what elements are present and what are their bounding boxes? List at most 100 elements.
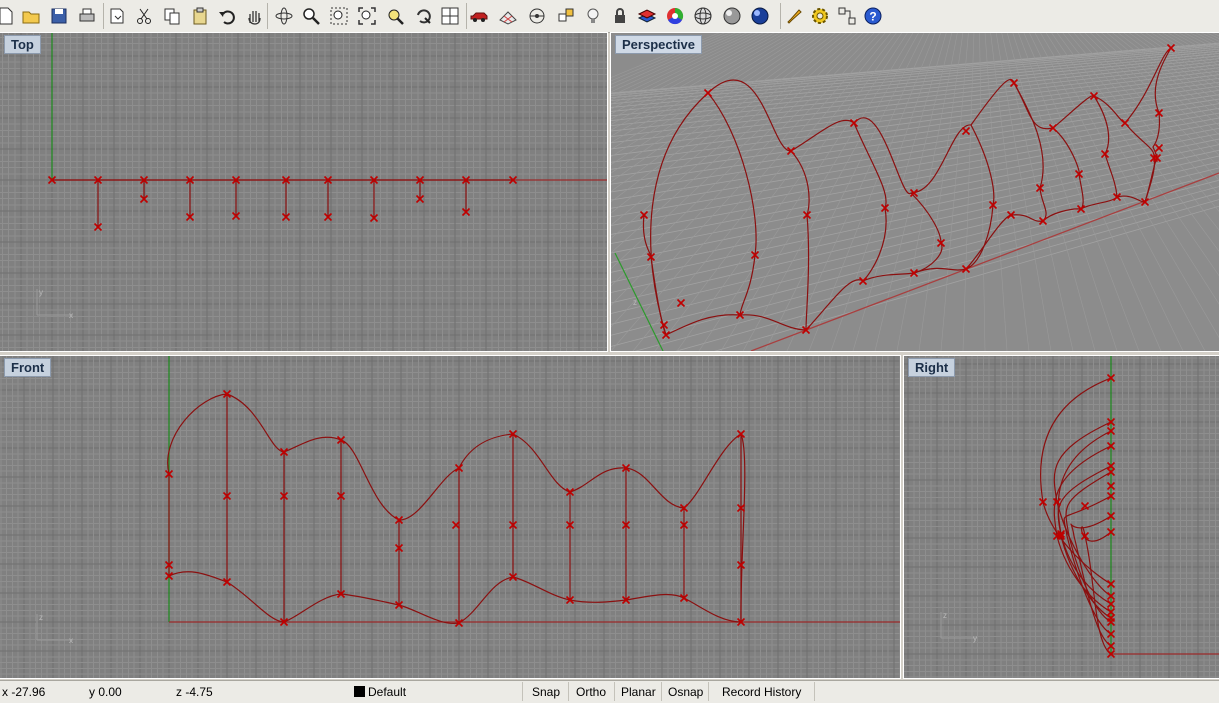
- toolbar-separator: [466, 3, 467, 29]
- help-button[interactable]: ?: [862, 4, 884, 28]
- rendered-sphere-button[interactable]: [749, 4, 771, 28]
- import-icon: [110, 8, 124, 24]
- pan-hand-button[interactable]: [243, 4, 265, 28]
- status-divider: [661, 682, 662, 701]
- snap-toggle[interactable]: Snap: [532, 684, 560, 700]
- color-wheel-icon: [667, 7, 684, 25]
- status-layer[interactable]: Default: [354, 684, 406, 700]
- status-divider: [614, 682, 615, 701]
- point-button[interactable]: [526, 4, 548, 28]
- color-wheel-button[interactable]: [664, 4, 686, 28]
- wireframe-sphere-button[interactable]: [692, 4, 714, 28]
- four-viewports-icon: [441, 7, 459, 25]
- planar-toggle[interactable]: Planar: [621, 684, 656, 700]
- perspective-view-canvas[interactable]: z: [611, 33, 1219, 351]
- layer-button[interactable]: [636, 4, 658, 28]
- four-viewports-button[interactable]: [439, 4, 461, 28]
- record-history-toggle[interactable]: Record History: [722, 684, 801, 700]
- gear-icon: [812, 8, 828, 24]
- gear-button[interactable]: [809, 4, 831, 28]
- status-divider: [568, 682, 569, 701]
- lock-button[interactable]: [609, 4, 631, 28]
- light-bulb-button[interactable]: [582, 4, 604, 28]
- point-icon: [529, 8, 545, 24]
- osnap-icon: [558, 8, 574, 22]
- ortho-toggle[interactable]: Ortho: [576, 684, 606, 700]
- zoom-window-button[interactable]: [328, 4, 350, 28]
- shaded-sphere-icon: [723, 7, 741, 25]
- wireframe-sphere-icon: [694, 7, 712, 25]
- toolbar-separator: [780, 3, 781, 29]
- save-button[interactable]: [48, 4, 70, 28]
- curve[interactable]: [167, 393, 746, 623]
- top-view-canvas[interactable]: yx: [0, 33, 607, 351]
- rendered-sphere-icon: [751, 7, 769, 25]
- paste-icon: [193, 7, 207, 25]
- import-button[interactable]: [106, 4, 128, 28]
- viewport-perspective[interactable]: z Perspective: [610, 32, 1219, 352]
- rotate-view-icon: [275, 7, 293, 25]
- group-button[interactable]: [836, 4, 858, 28]
- zoom-button[interactable]: [300, 4, 322, 28]
- viewport-title-perspective[interactable]: Perspective: [615, 35, 702, 54]
- triad-label-vertical: y: [39, 288, 43, 297]
- status-divider: [522, 682, 523, 701]
- open-folder-icon: [22, 11, 40, 24]
- layer-color-swatch: [354, 686, 365, 697]
- undo-icon: [219, 10, 235, 25]
- triad-label-horizontal: x: [69, 636, 73, 645]
- toolbar-separator: [103, 3, 104, 29]
- viewport-top[interactable]: yx Top: [0, 32, 608, 352]
- highlighter-button[interactable]: [783, 4, 805, 28]
- viewport-title-front[interactable]: Front: [4, 358, 52, 377]
- status-layer-name: Default: [368, 685, 407, 699]
- cut-button[interactable]: [133, 4, 155, 28]
- status-divider: [814, 682, 815, 701]
- viewport-title-top[interactable]: Top: [4, 35, 41, 54]
- rotate-view-button[interactable]: [273, 4, 295, 28]
- shaded-sphere-button[interactable]: [721, 4, 743, 28]
- undo-view-button[interactable]: [412, 4, 434, 28]
- surface-curves: [164, 389, 746, 628]
- viewport-title-right[interactable]: Right: [908, 358, 956, 377]
- car-icon: [470, 12, 488, 22]
- osnap-toggle[interactable]: Osnap: [668, 684, 703, 700]
- right-view-canvas[interactable]: zy: [904, 356, 1219, 678]
- surface-curves: [47, 175, 518, 232]
- grid: [0, 33, 607, 351]
- viewport-front[interactable]: zx Front: [0, 355, 901, 679]
- surface-curves: [1038, 373, 1116, 659]
- zoom-selected-icon: [388, 9, 404, 25]
- zoom-icon: [303, 8, 320, 25]
- save-icon: [51, 8, 67, 24]
- axis-triad: zx: [36, 613, 73, 645]
- curve[interactable]: [168, 571, 742, 624]
- print-icon: [79, 8, 95, 22]
- status-x-coordinate: x -27.96: [2, 685, 46, 699]
- print-button[interactable]: [76, 4, 98, 28]
- light-bulb-icon: [587, 8, 599, 23]
- triad-label-horizontal: x: [69, 311, 73, 320]
- new-button[interactable]: [0, 4, 16, 28]
- front-view-canvas[interactable]: zx: [0, 356, 900, 678]
- toolbar-separator: [267, 3, 268, 29]
- copy-button[interactable]: [161, 4, 183, 28]
- svg-text:?: ?: [869, 10, 876, 24]
- grid: [0, 356, 900, 678]
- zoom-extents-button[interactable]: [356, 4, 378, 28]
- group-icon: [838, 7, 856, 25]
- triad-label-z: z: [633, 298, 637, 307]
- cplane-grid-button[interactable]: [497, 4, 519, 28]
- triad-label-vertical: z: [39, 613, 43, 622]
- osnap-button[interactable]: [555, 4, 577, 28]
- open-folder-button[interactable]: [20, 4, 42, 28]
- status-y-coordinate: y 0.00: [89, 685, 122, 699]
- pan-hand-icon: [248, 11, 261, 25]
- status-z-coordinate: z -4.75: [176, 685, 213, 699]
- car-button[interactable]: [468, 4, 490, 28]
- undo-view-icon: [417, 9, 431, 24]
- undo-button[interactable]: [216, 4, 238, 28]
- zoom-selected-button[interactable]: [384, 4, 406, 28]
- paste-button[interactable]: [189, 4, 211, 28]
- viewport-right[interactable]: zy Right: [903, 355, 1219, 679]
